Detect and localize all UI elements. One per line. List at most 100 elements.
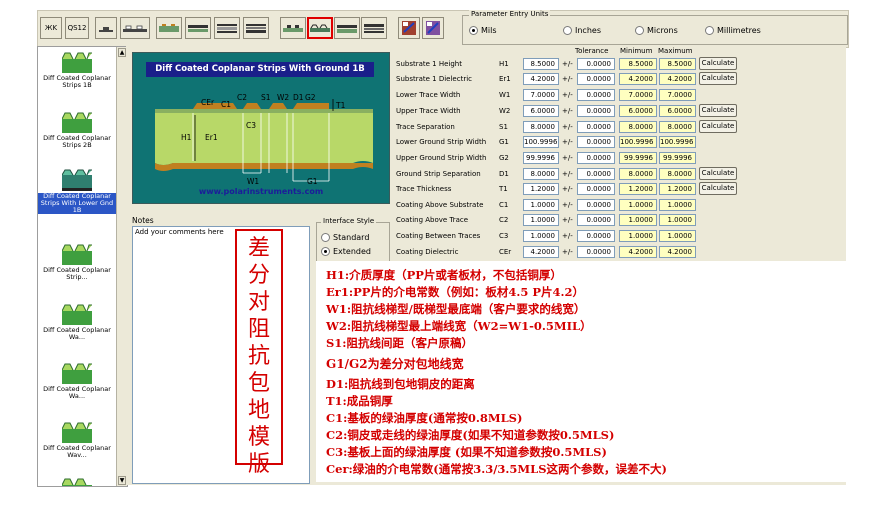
param-symbol: W1 xyxy=(499,91,511,99)
param-min-value: 1.2000 xyxy=(619,183,657,195)
param-value-input[interactable]: 4.2000 xyxy=(523,73,559,85)
param-value-input[interactable]: 7.0000 xyxy=(523,89,559,101)
unit-radio-millimetres[interactable]: Millimetres xyxy=(705,26,761,35)
param-value-input[interactable]: 1.0000 xyxy=(523,214,559,226)
param-min-value: 4.2000 xyxy=(619,73,657,85)
stripline-icon[interactable] xyxy=(214,17,240,39)
calculate-button-d1[interactable]: Calculate xyxy=(699,167,737,180)
broadside-icon[interactable] xyxy=(361,17,387,39)
param-value-input[interactable]: 8.0000 xyxy=(523,168,559,180)
param-symbol: W2 xyxy=(499,107,511,115)
param-max-value: 1.0000 xyxy=(659,214,696,226)
calculate-button-s1[interactable]: Calculate xyxy=(699,120,737,133)
style-radio-extended[interactable]: Extended xyxy=(321,247,371,256)
template-title-char: 抗 xyxy=(247,344,270,369)
param-value-input[interactable]: 1.0000 xyxy=(523,199,559,211)
coated-diff-icon[interactable] xyxy=(280,17,306,39)
param-tolerance-input[interactable]: 0.0000 xyxy=(577,183,615,195)
plus-minus: +/- xyxy=(562,154,573,162)
toolbar-button-qs12-label: QS12 xyxy=(67,24,87,32)
structure-thumbnail-icon xyxy=(61,51,92,73)
template-title-char: 包 xyxy=(247,371,270,396)
coated-coplanar-icon[interactable] xyxy=(307,17,333,39)
structure-item[interactable] xyxy=(38,477,116,486)
param-row-c2: Coating Above Trace C2 1.0000 +/- 0.0000… xyxy=(396,214,836,228)
structure-item[interactable]: Diff Coated Coplanar Strips 1B xyxy=(38,51,116,89)
param-symbol: Er1 xyxy=(499,75,511,83)
param-tolerance-input[interactable]: 0.0000 xyxy=(577,136,615,148)
param-tolerance-input[interactable]: 0.0000 xyxy=(577,58,615,70)
param-tolerance-input[interactable]: 0.0000 xyxy=(577,214,615,226)
goal-seek-icon[interactable] xyxy=(422,17,444,39)
calculate-button-h1[interactable]: Calculate xyxy=(699,57,737,70)
scroll-down-arrow[interactable]: ▼ xyxy=(118,476,126,485)
param-value-input[interactable]: 99.9996 xyxy=(523,152,559,164)
structure-item[interactable]: Diff Coated Coplanar Wa... xyxy=(38,362,116,400)
param-value-input[interactable]: 8.5000 xyxy=(523,58,559,70)
param-value-input[interactable]: 100.9996 xyxy=(523,136,559,148)
param-tolerance-input[interactable]: 0.0000 xyxy=(577,230,615,242)
single-trace-icon[interactable] xyxy=(95,17,117,39)
param-max-value: 4.2000 xyxy=(659,73,696,85)
calculate-button-er1[interactable]: Calculate xyxy=(699,72,737,85)
param-tolerance-input[interactable]: 0.0000 xyxy=(577,199,615,211)
structure-item[interactable]: Diff Coated Coplanar Wa... xyxy=(38,303,116,341)
plus-minus: +/- xyxy=(562,91,573,99)
unit-radio-inches[interactable]: Inches xyxy=(563,26,601,35)
param-name: Upper Trace Width xyxy=(396,107,461,115)
param-row-t1: Trace Thickness T1 1.2000 +/- 0.0000 1.2… xyxy=(396,182,836,197)
param-name: Substrate 1 Dielectric xyxy=(396,75,472,83)
scroll-up-arrow[interactable]: ▲ xyxy=(118,48,126,57)
radio-dot xyxy=(705,26,714,35)
calculator-icon[interactable] xyxy=(398,17,420,39)
param-row-w2: Upper Trace Width W2 6.0000 +/- 0.0000 6… xyxy=(396,104,836,119)
param-tolerance-input[interactable]: 0.0000 xyxy=(577,168,615,180)
radio-dot xyxy=(321,233,330,242)
param-value-input[interactable]: 6.0000 xyxy=(523,105,559,117)
diagram-website: www.polarinstruments.com xyxy=(198,187,324,196)
unit-radio-microns[interactable]: Microns xyxy=(635,26,678,35)
param-tolerance-input[interactable]: 0.0000 xyxy=(577,246,615,258)
param-tolerance-input[interactable]: 0.0000 xyxy=(577,121,615,133)
param-tolerance-input[interactable]: 0.0000 xyxy=(577,105,615,117)
param-value-input[interactable]: 4.2000 xyxy=(523,246,559,258)
dual-stripline-icon[interactable] xyxy=(243,17,269,39)
coated-ground-icon[interactable] xyxy=(334,17,360,39)
structure-item[interactable]: Diff Coated Coplanar Strips 2B xyxy=(38,111,116,149)
style-radio-standard[interactable]: Standard xyxy=(321,233,369,242)
label-g1: G1 xyxy=(307,177,318,186)
param-tolerance-input[interactable]: 0.0000 xyxy=(577,152,615,164)
plus-minus: +/- xyxy=(562,123,573,131)
param-value-input[interactable]: 8.0000 xyxy=(523,121,559,133)
style-label-standard: Standard xyxy=(333,233,370,242)
annotation-line: S1:阻抗线间距（客户原稿） xyxy=(326,336,474,350)
param-min-value: 1.0000 xyxy=(619,230,657,242)
notes-label: Notes xyxy=(132,216,154,225)
annotation-line: Er1:PP片的介电常数（例如：板材4.5 P片4.2） xyxy=(326,285,585,299)
param-max-value: 8.0000 xyxy=(659,121,696,133)
param-tolerance-input[interactable]: 0.0000 xyxy=(577,73,615,85)
radio-dot xyxy=(469,26,478,35)
structure-item-selected[interactable]: Diff Coated Coplanar Strips With Lower G… xyxy=(38,169,116,214)
toolbar-button-qs12[interactable]: QS12 xyxy=(65,17,89,39)
annotation-line: C2:铜皮或走线的绿油厚度(如果不知道参数按0.5MLS) xyxy=(326,428,615,442)
param-row-c3: Coating Between Traces C3 1.0000 +/- 0.0… xyxy=(396,230,836,244)
surface-diff-icon[interactable] xyxy=(185,17,211,39)
unit-radio-mils[interactable]: Mils xyxy=(469,26,497,35)
param-value-input[interactable]: 1.2000 xyxy=(523,183,559,195)
structure-item[interactable]: Diff Coated Coplanar Strip... xyxy=(38,243,116,281)
unit-label-millimetres: Millimetres xyxy=(717,26,761,35)
param-name: Coating Between Traces xyxy=(396,232,481,240)
notes-textarea[interactable]: Add your comments here xyxy=(132,226,310,484)
param-tolerance-input[interactable]: 0.0000 xyxy=(577,89,615,101)
param-value-input[interactable]: 1.0000 xyxy=(523,230,559,242)
column-tolerance: Tolerance xyxy=(575,47,609,55)
annotation-line: H1:介质厚度（PP片或者板材，不包括铜厚） xyxy=(326,268,562,282)
calculate-button-t1[interactable]: Calculate xyxy=(699,182,737,195)
structure-item[interactable]: Diff Coated Coplanar Wav... xyxy=(38,421,116,459)
toolbar-button-zk[interactable]: ЖK xyxy=(40,17,62,39)
calculate-button-w2[interactable]: Calculate xyxy=(699,104,737,117)
parameter-units-title: Parameter Entry Units xyxy=(469,10,551,18)
embedded-icon[interactable] xyxy=(156,17,182,39)
coplanar-icon[interactable] xyxy=(120,17,150,39)
